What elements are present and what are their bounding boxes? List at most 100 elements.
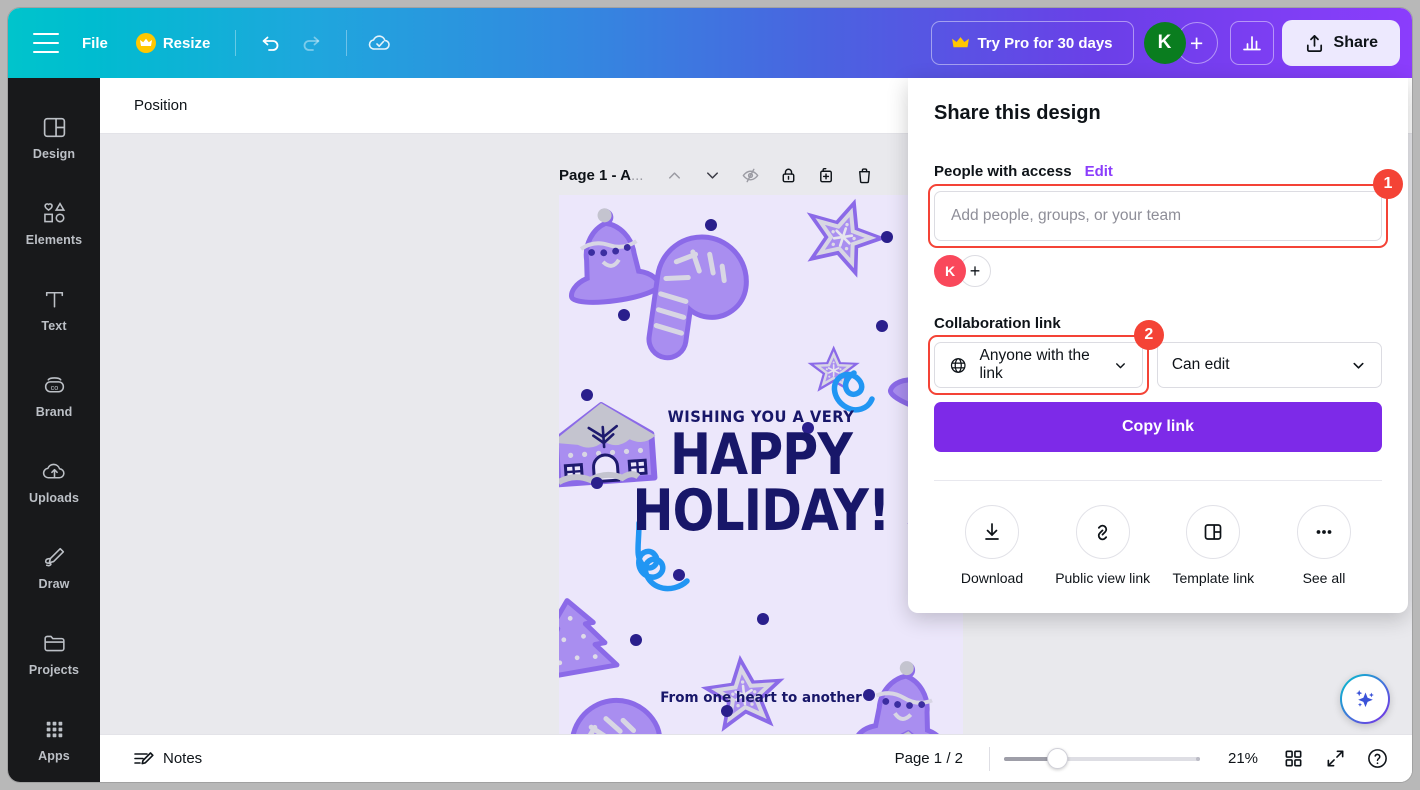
zoom-level-value[interactable]: 21% [1216, 750, 1270, 767]
canva-editor-window: File Resize Try Pro for 30 days K + Shar… [8, 8, 1412, 782]
sidebar-item-draw[interactable]: Draw [8, 524, 100, 610]
header-divider-2 [346, 30, 348, 56]
design-page-canvas[interactable]: WISHING YOU A VERY HAPPY HOLIDAY! From o… [559, 195, 963, 746]
share-upload-icon [1306, 34, 1322, 52]
text-t-icon [45, 291, 63, 308]
download-icon-circle [965, 505, 1019, 559]
sidebar-item-apps[interactable]: Apps [8, 696, 100, 782]
brand-co-icon: co [44, 376, 64, 393]
magic-ai-button[interactable] [1340, 674, 1390, 724]
help-button[interactable] [1358, 740, 1396, 778]
move-page-down-button[interactable] [695, 158, 729, 192]
edit-access-link[interactable]: Edit [1085, 163, 1113, 180]
notes-button[interactable]: Notes [122, 742, 212, 776]
file-menu-button[interactable]: File [70, 23, 120, 63]
action-label: Template link [1172, 570, 1255, 586]
sidebar-item-label: Text [41, 318, 67, 333]
public-view-link-action[interactable]: Public view link [1053, 505, 1153, 587]
grid-view-button[interactable] [1274, 740, 1312, 778]
grid-view-icon [1285, 750, 1301, 767]
sidebar-item-label: Projects [28, 662, 80, 677]
resize-button[interactable]: Resize [124, 23, 223, 63]
step-marker-1: 1 [1373, 169, 1403, 199]
link-access-wrapper: Anyone with the link 2 [928, 320, 1164, 395]
template-layout-icon [1204, 524, 1222, 540]
design-headline-1: HAPPY [669, 422, 853, 488]
status-right-group: Page 1 / 2 21% [883, 740, 1396, 778]
hamburger-menu-button[interactable] [26, 23, 66, 63]
bar-chart-icon [1242, 36, 1261, 51]
duplicate-icon [820, 167, 832, 182]
crown-small-icon [952, 37, 970, 48]
link-access-value: Anyone with the link [979, 347, 1090, 382]
trash-icon [859, 167, 870, 183]
zoom-slider[interactable] [1004, 748, 1200, 769]
lock-icon [782, 168, 795, 182]
insights-button[interactable] [1229, 21, 1274, 65]
sidebar-item-elements[interactable]: Elements [8, 180, 100, 266]
position-button[interactable]: Position [122, 89, 199, 122]
duplicate-page-button[interactable] [809, 158, 843, 192]
permission-select[interactable]: Can edit [1156, 342, 1382, 388]
zoom-slider-knob[interactable] [1047, 748, 1069, 769]
chevron-down-icon [1353, 362, 1364, 369]
page-counter[interactable]: Page 1 / 2 [883, 744, 975, 773]
expand-arrows-icon [1327, 750, 1343, 767]
folder-icon [43, 635, 65, 651]
cloud-saved-button[interactable] [360, 23, 400, 63]
design-headline-2: HOLIDAY! [632, 478, 890, 544]
header-divider-1 [235, 30, 237, 56]
share-panel-title: Share this design [934, 102, 1101, 124]
template-link-action[interactable]: Template link [1163, 505, 1263, 587]
top-header-bar: File Resize Try Pro for 30 days K + Shar… [8, 8, 1412, 78]
svg-text:co: co [50, 383, 58, 392]
fullscreen-button[interactable] [1316, 740, 1354, 778]
sidebar-item-label: Apps [38, 748, 70, 763]
crown-icon [135, 33, 156, 53]
member-avatar[interactable]: K [934, 255, 966, 287]
left-sidebar-rail: Design Elements Text co Brand Uploads Dr… [8, 78, 100, 782]
move-page-up-button[interactable] [657, 158, 691, 192]
chevron-down-icon [1115, 362, 1125, 368]
notes-edit-icon [134, 751, 154, 764]
notes-label: Notes [163, 750, 203, 767]
sidebar-item-design[interactable]: Design [8, 94, 100, 180]
collaborator-avatars: K + [1143, 22, 1218, 64]
action-label: Download [960, 570, 1024, 586]
hide-page-button[interactable] [733, 158, 767, 192]
see-all-action[interactable]: See all [1274, 505, 1374, 587]
page-title[interactable]: Page 1 - A... [559, 167, 643, 184]
redo-icon [303, 36, 320, 51]
copy-link-button[interactable]: Copy link [934, 402, 1382, 452]
share-label: Share [1333, 34, 1378, 51]
redo-button[interactable] [293, 23, 333, 63]
action-label: Public view link [1055, 570, 1151, 586]
lock-page-button[interactable] [771, 158, 805, 192]
link-access-select[interactable]: Anyone with the link [934, 342, 1143, 388]
globe-icon [950, 357, 966, 373]
sidebar-item-uploads[interactable]: Uploads [8, 438, 100, 524]
delete-page-button[interactable] [847, 158, 881, 192]
collaboration-link-row: Anyone with the link 2 Can edit [928, 320, 1382, 395]
step-marker-2: 2 [1133, 320, 1164, 350]
sidebar-item-label: Uploads [28, 490, 79, 505]
sidebar-item-brand[interactable]: co Brand [8, 352, 100, 438]
hamburger-icon [33, 33, 59, 53]
search-input[interactable] [934, 191, 1382, 241]
sidebar-item-label: Design [32, 146, 76, 161]
file-label: File [82, 34, 108, 52]
download-action[interactable]: Download [942, 505, 1042, 587]
undo-button[interactable] [249, 23, 289, 63]
action-label: See all [1302, 570, 1346, 586]
link-chain-icon [1098, 524, 1108, 540]
try-pro-button[interactable]: Try Pro for 30 days [931, 21, 1134, 65]
pen-draw-icon [44, 547, 64, 566]
avatar[interactable]: K [1143, 22, 1186, 64]
header-right-group: Try Pro for 30 days K + Share [931, 20, 1400, 66]
page-title-text: Page 1 - A [559, 166, 631, 184]
sidebar-item-text[interactable]: Text [8, 266, 100, 352]
sidebar-item-projects[interactable]: Projects [8, 610, 100, 696]
status-divider [989, 746, 990, 771]
question-circle-icon [1367, 749, 1387, 768]
share-button[interactable]: Share [1281, 20, 1400, 66]
